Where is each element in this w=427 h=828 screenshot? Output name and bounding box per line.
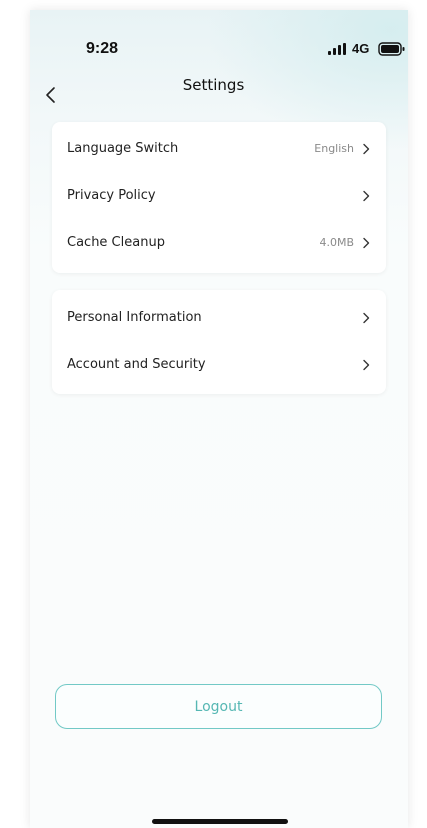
language-value: English bbox=[314, 142, 354, 155]
chevron-right-icon bbox=[363, 143, 370, 155]
chevron-right-icon bbox=[363, 190, 370, 202]
row-label: Privacy Policy bbox=[67, 188, 156, 203]
row-label: Language Switch bbox=[67, 141, 179, 156]
account-security-row[interactable]: Account and Security bbox=[52, 342, 386, 388]
chevron-right-icon bbox=[363, 237, 370, 249]
logout-label: Logout bbox=[194, 699, 243, 715]
personal-information-row[interactable]: Personal Information bbox=[52, 295, 386, 341]
settings-group-account: Personal Information Account and Securit… bbox=[52, 290, 386, 394]
cache-size-value: 4.0MB bbox=[319, 236, 354, 249]
network-label: 4G bbox=[352, 41, 370, 56]
language-switch-row[interactable]: Language Switch English bbox=[52, 126, 386, 172]
row-label: Cache Cleanup bbox=[67, 235, 165, 250]
home-indicator bbox=[152, 819, 288, 824]
logout-button[interactable]: Logout bbox=[55, 684, 382, 729]
chevron-right-icon bbox=[363, 312, 370, 324]
cache-cleanup-row[interactable]: Cache Cleanup 4.0MB bbox=[52, 220, 386, 266]
row-label: Account and Security bbox=[67, 357, 206, 372]
settings-group-general: Language Switch English Privacy Policy C… bbox=[52, 122, 386, 273]
privacy-policy-row[interactable]: Privacy Policy bbox=[52, 173, 386, 219]
status-time: 9:28 bbox=[86, 40, 119, 57]
battery-icon bbox=[378, 42, 405, 56]
row-label: Personal Information bbox=[67, 310, 202, 325]
signal-icon bbox=[328, 43, 346, 55]
page-title: Settings bbox=[182, 76, 245, 94]
chevron-right-icon bbox=[363, 359, 370, 371]
